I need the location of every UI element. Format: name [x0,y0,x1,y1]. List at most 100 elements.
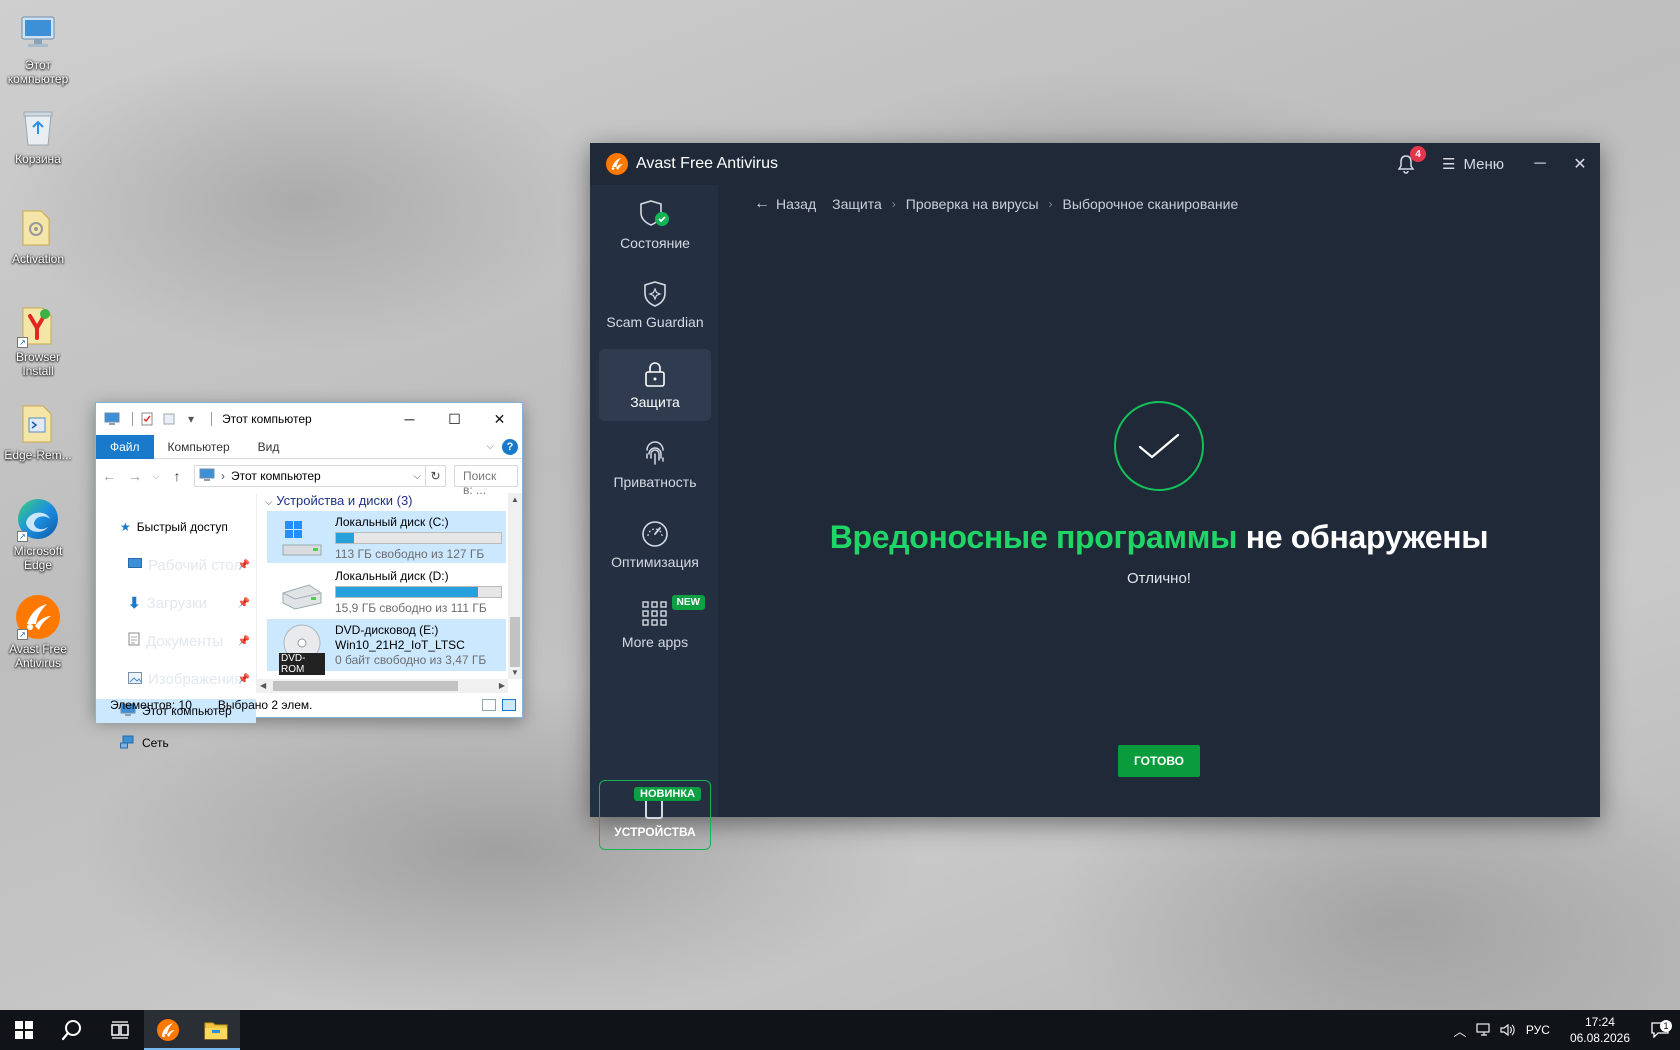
headline-green: Вредоносные программы [829,519,1238,555]
horizontal-scrollbar[interactable]: ◀ ▶ [257,679,508,693]
search-input[interactable]: Поиск в: ... [454,465,518,497]
menu-button[interactable]: ☰ Меню [1442,155,1504,174]
avast-titlebar[interactable]: Avast Free Antivirus 4 ☰ Меню ─ ✕ [590,143,1600,185]
pin-icon[interactable]: 📌 [238,674,250,685]
windows-drive-icon [279,515,325,561]
maximize-button[interactable]: ☐ [432,403,477,435]
pin-icon[interactable]: 📌 [238,598,250,609]
status-bar: Элементов: 10 Выбрано 2 элем. [96,693,522,717]
sidebar-item-label: Состояние [620,235,690,251]
clock-date: 06.08.2026 [1569,1031,1630,1045]
scroll-up-icon[interactable]: ▲ [511,495,519,504]
drive-item-d[interactable]: Локальный диск (D:) 15,9 ГБ свободно из … [267,565,506,617]
drive-item-e[interactable]: DVD-ROM DVD-дисковод (E:) Win10_21H2_IoT… [267,619,506,675]
expand-ribbon-icon[interactable]: ⌵ [486,441,494,452]
new-badge: NEW [671,595,705,610]
minimize-button[interactable]: ─ [387,403,432,435]
drive-name: DVD-дисковод (E:) [335,623,439,637]
drive-volume-label: Win10_21H2_IoT_LTSC [335,638,465,652]
clock[interactable]: 17:24 06.08.2026 [1560,1014,1640,1046]
volume-icon[interactable] [1496,1023,1520,1037]
group-header[interactable]: ⌵ Устройства и диски (3) [257,493,522,509]
desktop-icon-browser-install[interactable]: ↗ Browser Install [0,302,76,378]
tab-file[interactable]: Файл [96,434,154,459]
pin-icon[interactable]: 📌 [238,560,250,571]
sidebar-item-more-apps[interactable]: More apps NEW [599,589,711,661]
nav-downloads[interactable]: ⬇ Загрузки 📌 [96,591,256,615]
drive-usage-bar [335,586,502,598]
action-center-button[interactable]: 1 [1640,1020,1680,1038]
nav-desktop[interactable]: Рабочий стол 📌 [96,553,256,577]
sidebar-item-protection[interactable]: Защита [599,349,711,421]
scroll-down-icon[interactable]: ▼ [511,668,519,677]
desktop-icon-recycle-bin[interactable]: Корзина [0,104,76,166]
details-view-icon[interactable] [482,699,496,711]
tiles-view-icon[interactable] [502,699,516,711]
close-button[interactable]: ✕ [477,403,522,435]
properties-icon[interactable] [139,411,155,427]
sidebar-item-status[interactable]: Состояние [599,189,711,261]
toolbar-separator [132,412,133,426]
network-icon[interactable] [1472,1023,1496,1037]
breadcrumb-item-protection[interactable]: Защита [832,196,882,212]
up-arrow-icon[interactable]: ↑ [168,468,186,484]
desktop-icon-edge-remover[interactable]: Edge-Rem... [0,400,76,462]
tab-view[interactable]: Вид [244,435,294,459]
dvd-disc-icon: DVD-ROM [279,623,325,675]
scrollbar-thumb[interactable] [510,617,520,667]
close-button[interactable]: ✕ [1560,143,1600,185]
drive-item-c[interactable]: Локальный диск (C:) 113 ГБ свободно из 1… [267,511,506,563]
nav-documents[interactable]: Документы 📌 [96,629,256,653]
recent-locations-icon[interactable]: ⌵ [152,471,160,482]
chevron-down-icon[interactable]: ⌵ [413,471,421,482]
pin-icon[interactable]: 📌 [238,636,250,647]
star-icon: ★ [120,520,131,534]
quick-access-dropdown-icon[interactable]: ▾ [183,411,199,427]
search-button[interactable] [48,1010,96,1050]
sidebar-item-label: More apps [621,634,689,650]
scroll-right-icon[interactable]: ▶ [499,681,505,690]
tab-computer[interactable]: Компьютер [154,435,244,459]
desktop-icon-this-pc[interactable]: Этот компьютер [0,10,76,86]
desktop-icon-activation[interactable]: Activation [0,204,76,266]
nav-quick-access[interactable]: ★ Быстрый доступ [96,515,256,539]
desktop-icon-label: Этот компьютер [7,58,69,86]
start-button[interactable] [0,1010,48,1050]
sidebar-item-privacy[interactable]: Приватность [599,429,711,501]
success-check-icon [1114,401,1204,491]
desktop-icon-avast[interactable]: ↗ Avast Free Antivirus [0,594,76,670]
breadcrumb-item-virus-scan[interactable]: Проверка на вирусы [906,196,1039,212]
desktop-icon-label: Activation [11,252,65,266]
notifications-button[interactable]: 4 [1394,146,1426,176]
input-language[interactable]: РУС [1526,1023,1550,1037]
back-button[interactable]: ← Назад [754,195,816,213]
apps-grid-icon [642,601,667,626]
vertical-scrollbar[interactable]: ▲ ▼ [508,493,522,679]
taskbar-app-avast[interactable] [144,1010,192,1050]
devices-button[interactable]: НОВИНКА УСТРОЙСТВА [599,780,711,850]
nav-pictures[interactable]: Изображения 📌 [96,667,256,691]
chevron-right-icon: › [221,469,225,483]
scroll-left-icon[interactable]: ◀ [260,681,266,690]
scrollbar-thumb[interactable] [273,681,458,691]
nav-network[interactable]: Сеть [96,731,256,755]
forward-arrow-icon[interactable]: → [126,468,144,484]
desktop-icon-microsoft-edge[interactable]: ↗ Microsoft Edge [0,496,76,572]
scan-result: Вредоносные программы не обнаружены Отли… [718,401,1600,587]
show-hidden-icons-button[interactable]: ︿ [1448,1021,1472,1040]
sidebar-item-scam-guardian[interactable]: Scam Guardian [599,269,711,341]
sidebar-item-optimization[interactable]: Оптимизация [599,509,711,581]
back-arrow-icon[interactable]: ← [100,468,118,484]
explorer-titlebar[interactable]: ▾ Этот компьютер ─ ☐ ✕ [96,403,522,435]
desktop-icon-label: Edge-Rem... [4,448,72,462]
refresh-button[interactable]: ↻ [426,465,446,487]
new-folder-icon[interactable] [161,411,177,427]
task-view-button[interactable] [96,1010,144,1050]
help-icon[interactable]: ? [502,438,518,455]
arrow-left-icon: ← [754,195,770,212]
done-button[interactable]: ГОТОВО [1118,745,1200,777]
address-bar[interactable]: › Этот компьютер ⌵ [194,465,426,487]
taskbar-app-file-explorer[interactable] [192,1010,240,1050]
desktop-icon-label: Корзина [15,152,61,166]
minimize-button[interactable]: ─ [1520,143,1560,185]
